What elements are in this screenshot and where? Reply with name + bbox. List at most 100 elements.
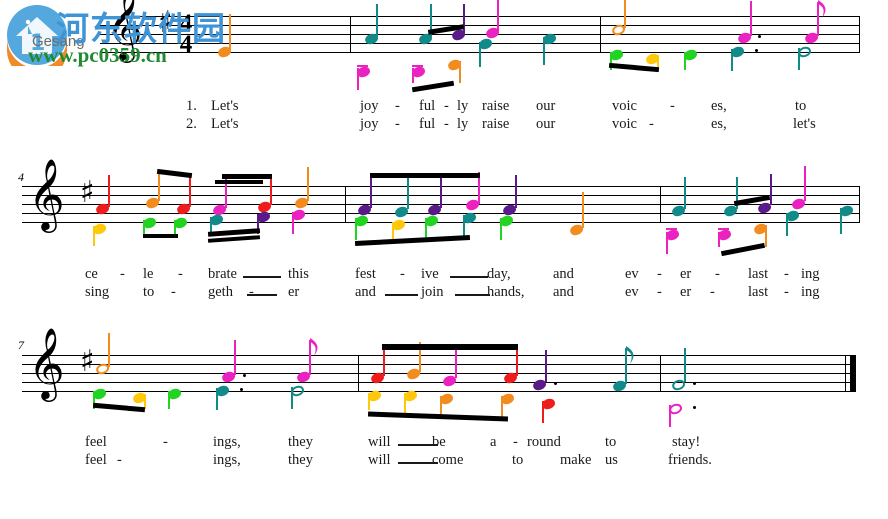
barline [345, 186, 346, 223]
augmentation-dot [240, 388, 243, 391]
note-stem [500, 218, 502, 240]
staff-line [22, 355, 850, 356]
lyric-hyphen: - [178, 266, 183, 282]
note-stem [108, 333, 110, 367]
note-stem [292, 212, 294, 234]
beam [143, 234, 178, 238]
lyric-hyphen: - [395, 98, 400, 114]
lyric-hyphen: - [395, 116, 400, 132]
key-signature-sharp-icon: ♯ [80, 175, 95, 210]
lyric-syllable: feel [85, 452, 107, 468]
beam [215, 180, 263, 184]
lyric-syllable: join [421, 284, 444, 300]
lyric-syllable: er [680, 284, 692, 300]
lyric-hyphen: - [657, 284, 662, 300]
note-stem [545, 350, 547, 382]
lyric-hyphen: - [715, 266, 720, 282]
lyric-hyphen: - [171, 284, 176, 300]
note-stem [666, 232, 668, 254]
melisma-line [385, 294, 418, 296]
note-stem [404, 393, 406, 413]
barline [358, 355, 359, 392]
lyric-syllable: ce [85, 266, 98, 282]
lyric-hyphen: - [710, 284, 715, 300]
staff-1: 𝄞 ♯ 4 4 [0, 0, 888, 70]
treble-clef-icon: 𝄞 [28, 326, 65, 399]
lyric-syllable: raise [482, 98, 510, 114]
lyric-hyphen: - [513, 434, 518, 450]
lyric-syllable: 1. [186, 98, 197, 114]
lyric-syllable: es, [711, 116, 727, 132]
barline [859, 186, 860, 223]
key-signature-sharp-icon: ♯ [158, 5, 173, 40]
lyric-syllable: hands, [487, 284, 525, 300]
note-stem [543, 37, 545, 65]
note-stem [93, 226, 95, 246]
note-stem [168, 391, 170, 409]
lyric-syllable: ev [625, 266, 639, 282]
note-stem [582, 192, 584, 228]
lyric-syllable: Let's [211, 98, 239, 114]
note-stem [158, 171, 160, 201]
melisma-line [398, 462, 438, 464]
note-stem [770, 174, 772, 205]
lyric-hyphen: - [444, 116, 449, 132]
staff-line [100, 16, 860, 17]
lyric-syllable: 2. [186, 116, 197, 132]
lyric-syllable: er [288, 284, 300, 300]
lyric-syllable: they [288, 452, 313, 468]
lyric-hyphen: - [163, 434, 168, 450]
barline [660, 186, 661, 223]
eighth-flag-icon [310, 338, 318, 356]
treble-clef-icon: 𝄞 [28, 157, 65, 230]
note-stem [840, 208, 842, 234]
note-stem [459, 61, 461, 83]
lyric-syllable: this [288, 266, 309, 282]
note-stem [357, 68, 359, 90]
augmentation-dot [693, 382, 696, 385]
treble-clef-icon: 𝄞 [106, 0, 143, 60]
note-stem [684, 348, 686, 382]
lyric-syllable: ings, [213, 434, 241, 450]
lyric-syllable: will [368, 434, 391, 450]
note-stem [425, 218, 427, 238]
lyric-syllable: er [680, 266, 692, 282]
lyric-hyphen: - [400, 266, 405, 282]
lyric-syllable: round [527, 434, 561, 450]
lyric-syllable: to [605, 434, 617, 450]
note-stem [392, 222, 394, 240]
note-stem [750, 1, 752, 36]
note-stem [684, 177, 686, 209]
augmentation-dot [554, 382, 557, 385]
lyric-syllable: our [536, 116, 556, 132]
note-stem [376, 4, 378, 37]
lyric-syllable: geth [208, 284, 233, 300]
eighth-flag-icon [626, 346, 634, 364]
barline [660, 355, 661, 392]
beam [720, 242, 766, 257]
note-stem [412, 68, 414, 83]
augmentation-dot [755, 49, 758, 52]
note-stem [515, 175, 517, 208]
lyric-syllable: day, [487, 266, 511, 282]
note-stem [368, 393, 370, 410]
lyric-syllable: let's [793, 116, 816, 132]
lyric-syllable: and [553, 284, 574, 300]
barline [859, 16, 860, 53]
note-stem [370, 176, 372, 208]
note-stem [291, 387, 293, 409]
lyrics-verse-1-system-1: 1. Let's joy - ful - ly raise our voic - es, to [0, 98, 888, 118]
note-stem [229, 14, 231, 50]
lyric-syllable: stay! [672, 434, 701, 450]
note-stem [669, 405, 671, 427]
lyric-syllable: to [512, 452, 524, 468]
lyric-syllable: will [368, 452, 391, 468]
melisma-line [243, 276, 281, 278]
lyric-hyphen: - [444, 98, 449, 114]
augmentation-dot [693, 406, 696, 409]
note-stem [786, 213, 788, 236]
barline [350, 16, 351, 53]
lyric-syllable: they [288, 434, 313, 450]
note-stem [624, 0, 626, 28]
lyrics-verse-2-system-1: 2. Let's joy - ful - ly raise our voic - es, let's [0, 116, 888, 136]
